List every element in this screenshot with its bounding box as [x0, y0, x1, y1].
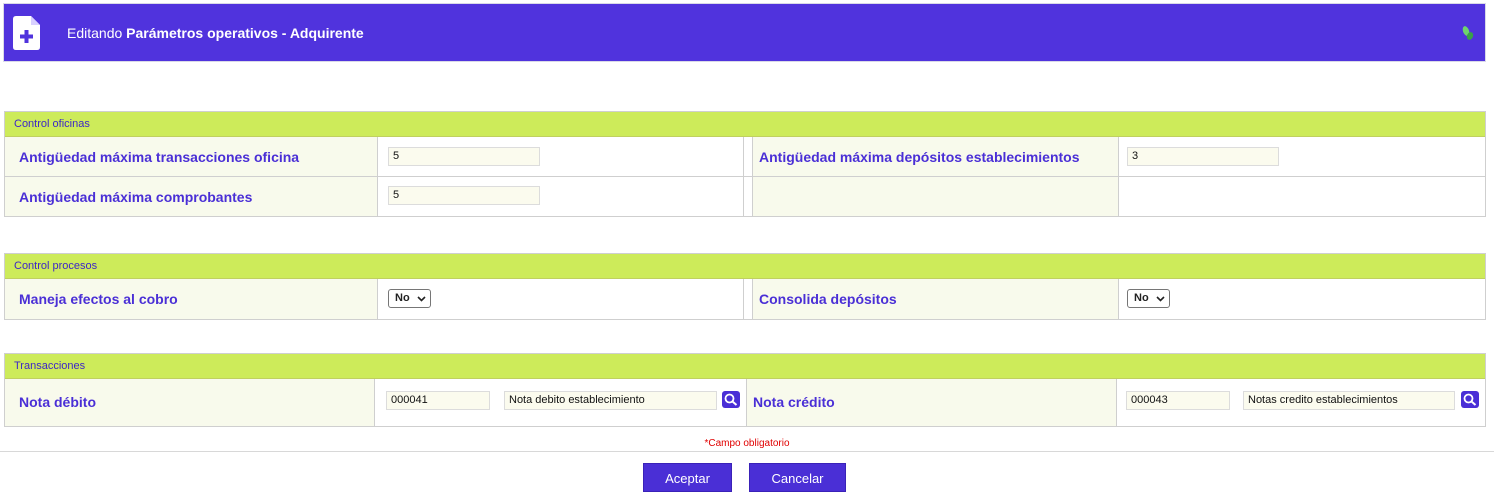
section-title: Control oficinas: [5, 112, 1485, 137]
form-row: Antigüedad máxima comprobantes 5: [5, 177, 1485, 216]
field-value: No: [1119, 279, 1485, 319]
section-control-procesos: Control procesos Maneja efectos al cobro…: [4, 253, 1486, 320]
accept-button[interactable]: Aceptar: [643, 463, 732, 492]
nota-debito-code-input[interactable]: 000041: [386, 391, 490, 410]
empty-label: [753, 177, 1119, 216]
column-separator: [744, 137, 753, 176]
antiguedad-transacciones-input[interactable]: 5: [388, 147, 540, 166]
nota-debito-search-button[interactable]: [722, 391, 740, 408]
chevron-down-icon: [1156, 296, 1165, 302]
field-value: 000041 Nota debito establecimiento: [375, 379, 747, 426]
search-icon: [724, 393, 738, 406]
field-value: 5: [378, 177, 744, 216]
page-title: Editando Parámetros operativos - Adquire…: [67, 25, 364, 41]
new-document-icon: [13, 16, 40, 50]
label-text: Antigüedad máxima comprobantes: [19, 189, 253, 205]
title-prefix: Editando: [67, 25, 123, 41]
label-text: Maneja efectos al cobro: [19, 291, 178, 307]
select-value: No: [395, 292, 410, 304]
section-title: Transacciones: [5, 354, 1485, 379]
column-separator: [744, 177, 753, 216]
label-text: Antigüedad máxima depósitos establecimie…: [759, 149, 1080, 165]
title-main: Parámetros operativos - Adquirente: [126, 25, 364, 41]
label-text: Nota débito: [19, 394, 96, 410]
required-field-note: *Campo obligatorio: [704, 438, 790, 449]
section-transacciones: Transacciones Nota débito 000041 Nota de…: [4, 353, 1486, 427]
form-row: Antigüedad máxima transacciones oficina …: [5, 137, 1485, 177]
antiguedad-comprobantes-input[interactable]: 5: [388, 186, 540, 205]
antiguedad-depositos-input[interactable]: 3: [1127, 147, 1279, 166]
column-separator: [744, 279, 753, 319]
form-row: Maneja efectos al cobro No Consolida dep…: [5, 279, 1485, 319]
field-value: 000043 Notas credito establecimientos: [1117, 379, 1485, 426]
divider: [0, 451, 1494, 452]
section-control-oficinas: Control oficinas Antigüedad máxima trans…: [4, 111, 1486, 217]
consolida-depositos-select[interactable]: No: [1127, 289, 1170, 308]
field-value: 5: [378, 137, 744, 176]
field-label: Consolida depósitos: [753, 279, 1119, 319]
label-text: Nota crédito: [753, 394, 835, 410]
chevron-down-icon: [417, 296, 426, 302]
empty-value: [1119, 177, 1485, 216]
select-value: No: [1134, 292, 1149, 304]
leaf-icon[interactable]: [1461, 25, 1475, 41]
maneja-efectos-select[interactable]: No: [388, 289, 431, 308]
field-label: Antigüedad máxima comprobantes: [5, 177, 378, 216]
section-title: Control procesos: [5, 254, 1485, 279]
form-row: Nota débito 000041 Nota debito estableci…: [5, 379, 1485, 426]
nota-debito-desc-input[interactable]: Nota debito establecimiento: [504, 391, 717, 410]
nota-credito-search-button[interactable]: [1461, 391, 1479, 408]
nota-credito-code-input[interactable]: 000043: [1126, 391, 1230, 410]
field-value: No: [378, 279, 744, 319]
cancel-button[interactable]: Cancelar: [749, 463, 846, 492]
label-text: Consolida depósitos: [759, 291, 897, 307]
label-text: Antigüedad máxima transacciones oficina: [19, 149, 300, 165]
field-value: 3: [1119, 137, 1485, 176]
field-label: Antigüedad máxima depósitos establecimie…: [753, 137, 1119, 176]
nota-credito-desc-input[interactable]: Notas credito establecimientos: [1243, 391, 1455, 410]
field-label: Maneja efectos al cobro: [5, 279, 378, 319]
search-icon: [1463, 393, 1477, 406]
field-label: Nota débito: [5, 379, 375, 426]
field-label: Nota crédito: [747, 379, 1117, 426]
page-header: Editando Parámetros operativos - Adquire…: [3, 3, 1486, 62]
field-label: Antigüedad máxima transacciones oficina: [5, 137, 378, 176]
